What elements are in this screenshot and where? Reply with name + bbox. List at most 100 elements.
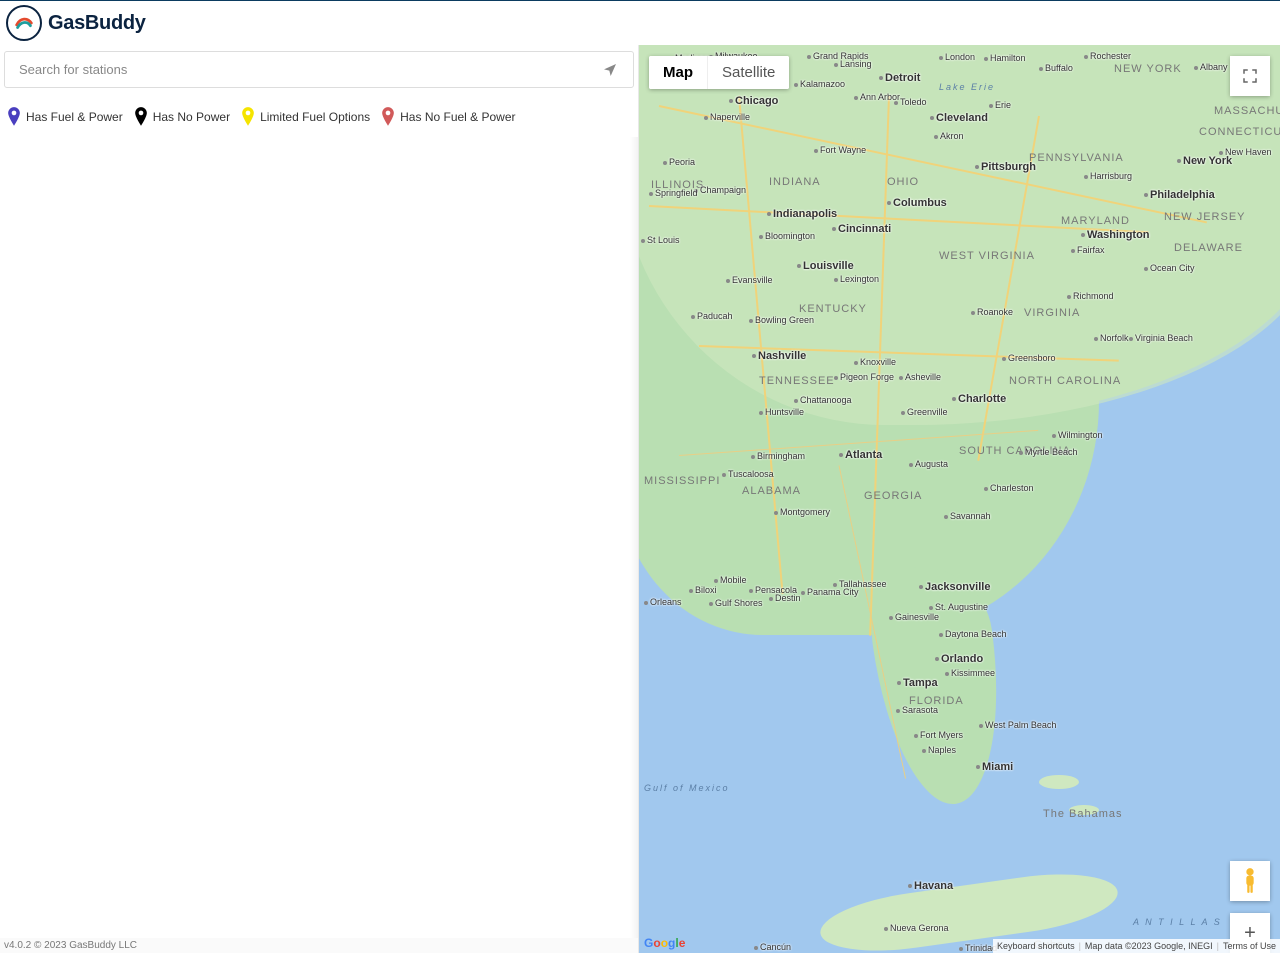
logo-text: GasBuddy — [48, 12, 146, 35]
city-dot-icon — [1071, 249, 1075, 253]
search-box — [4, 51, 634, 88]
city-label: Springfield — [649, 188, 698, 198]
scrollbar[interactable] — [630, 137, 638, 953]
city-name: Richmond — [1073, 291, 1114, 301]
city-name: Columbus — [893, 197, 947, 209]
city-name: Rochester — [1090, 51, 1131, 61]
city-dot-icon — [749, 319, 753, 323]
fullscreen-button[interactable] — [1230, 56, 1270, 96]
city-label: London — [939, 52, 975, 62]
city-name: Chattanooga — [800, 395, 852, 405]
map-type-map-button[interactable]: Map — [649, 56, 707, 89]
city-dot-icon — [722, 473, 726, 477]
city-name: Naples — [928, 745, 956, 755]
city-label: Washington — [1081, 229, 1150, 241]
city-dot-icon — [751, 455, 755, 459]
city-dot-icon — [1129, 337, 1133, 341]
map[interactable]: ILLINOISINDIANAOHIOPENNSYLVANIAMARYLANDN… — [639, 45, 1280, 953]
city-label: Orleans — [644, 597, 682, 607]
city-label: Hamilton — [984, 53, 1026, 63]
city-name: Pittsburgh — [981, 161, 1036, 173]
city-name: Hamilton — [990, 53, 1026, 63]
city-name: Tuscaloosa — [728, 469, 774, 479]
city-name: Gulf Shores — [715, 598, 763, 608]
legend-label: Has No Fuel & Power — [400, 110, 515, 124]
city-label: Richmond — [1067, 291, 1114, 301]
city-name: Huntsville — [765, 407, 804, 417]
city-name: Nashville — [758, 350, 806, 362]
city-dot-icon — [714, 579, 718, 583]
keyboard-shortcuts-link[interactable]: Keyboard shortcuts — [997, 941, 1075, 951]
city-name: Savannah — [950, 511, 991, 521]
city-dot-icon — [929, 606, 933, 610]
city-label: Cincinnati — [832, 223, 891, 235]
city-dot-icon — [889, 616, 893, 620]
state-label: NEW YORK — [1114, 63, 1182, 75]
city-name: Kalamazoo — [800, 79, 845, 89]
city-label: Peoria — [663, 157, 695, 167]
city-name: Toledo — [900, 97, 927, 107]
city-dot-icon — [794, 83, 798, 87]
pegman-control — [1230, 861, 1270, 901]
city-dot-icon — [814, 149, 818, 153]
city-name: Greenville — [907, 407, 948, 417]
city-name: Orleans — [650, 597, 682, 607]
pegman-icon — [1239, 867, 1261, 895]
city-dot-icon — [794, 399, 798, 403]
state-label: INDIANA — [769, 176, 821, 188]
search-input[interactable] — [17, 61, 599, 78]
city-name: Virginia Beach — [1135, 333, 1193, 343]
city-dot-icon — [945, 672, 949, 676]
legend-item: Has Fuel & Power — [6, 106, 123, 128]
state-label: NEW JERSEY — [1164, 211, 1246, 223]
pin-icon — [240, 106, 256, 128]
city-dot-icon — [1219, 151, 1223, 155]
city-name: Detroit — [885, 72, 920, 84]
locate-button[interactable] — [599, 59, 621, 81]
city-label: Bowling Green — [749, 315, 814, 325]
city-label: Pigeon Forge — [834, 372, 894, 382]
city-dot-icon — [767, 212, 771, 216]
city-name: Champaign — [700, 185, 746, 195]
city-dot-icon — [1067, 295, 1071, 299]
city-label: Ocean City — [1144, 263, 1195, 273]
city-label: Ann Arbor — [854, 92, 900, 102]
city-dot-icon — [884, 927, 888, 931]
state-label: MISSISSIPPI — [644, 475, 720, 487]
fullscreen-icon — [1241, 67, 1259, 85]
map-type-satellite-button[interactable]: Satellite — [708, 56, 789, 89]
city-name: Ocean City — [1150, 263, 1195, 273]
city-name: Indianapolis — [773, 208, 837, 220]
legend: Has Fuel & PowerHas No PowerLimited Fuel… — [0, 88, 638, 128]
city-dot-icon — [944, 515, 948, 519]
city-dot-icon — [807, 55, 811, 59]
city-name: Albany — [1200, 62, 1228, 72]
city-name: Orlando — [941, 653, 983, 665]
city-name: Peoria — [669, 157, 695, 167]
city-dot-icon — [1194, 66, 1198, 70]
terms-link[interactable]: Terms of Use — [1223, 941, 1276, 951]
water-label: Gulf of Mexico — [644, 783, 730, 793]
city-name: Augusta — [915, 459, 948, 469]
city-name: Springfield — [655, 188, 698, 198]
google-logo[interactable]: Google — [644, 936, 685, 950]
location-arrow-icon — [602, 62, 618, 78]
city-label: Virginia Beach — [1129, 333, 1193, 343]
city-dot-icon — [801, 591, 805, 595]
city-dot-icon — [914, 734, 918, 738]
city-dot-icon — [984, 57, 988, 61]
city-dot-icon — [1144, 193, 1148, 197]
pegman-button[interactable] — [1230, 861, 1270, 901]
city-name: Naperville — [710, 112, 750, 122]
state-label: ALABAMA — [742, 485, 801, 497]
state-label: OHIO — [887, 176, 919, 188]
logo[interactable]: GasBuddy — [6, 5, 146, 41]
city-label: Mobile — [714, 575, 747, 585]
city-label: St Louis — [641, 235, 680, 245]
legend-label: Limited Fuel Options — [260, 110, 370, 124]
city-label: Tampa — [897, 677, 938, 689]
city-name: Ann Arbor — [860, 92, 900, 102]
city-dot-icon — [1144, 267, 1148, 271]
city-label: Fort Myers — [914, 730, 963, 740]
city-label: Rochester — [1084, 51, 1131, 61]
